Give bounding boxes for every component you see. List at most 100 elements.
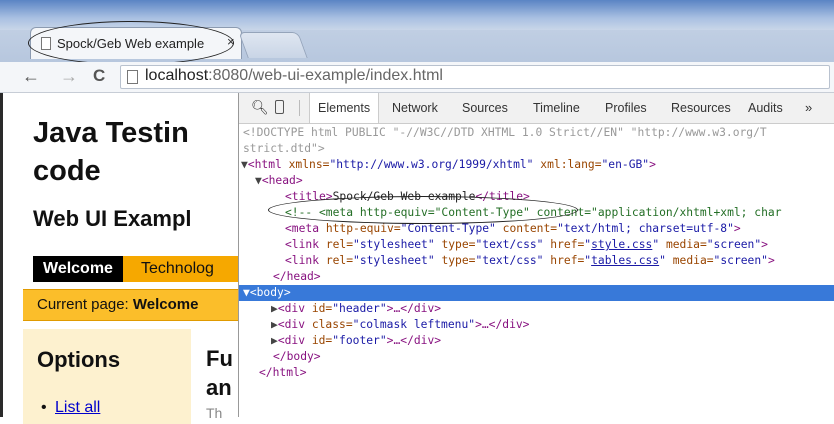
- attr-value: "en-GB": [601, 158, 650, 171]
- forward-button[interactable]: →: [60, 66, 78, 86]
- tab-network[interactable]: Network: [392, 93, 438, 123]
- attr-name: content=: [495, 222, 558, 235]
- attr-value: "screen": [706, 238, 762, 251]
- title-text-node: Spock/Geb Web example: [332, 190, 476, 203]
- attr-name: rel=: [319, 254, 354, 267]
- inspect-search-icon[interactable]: 🔍︎: [251, 99, 269, 116]
- browser-tab-active[interactable]: Spock/Geb Web example ×: [30, 27, 242, 59]
- page-title-line2: code: [33, 155, 101, 187]
- dom-node-body-close[interactable]: </body>: [273, 349, 321, 365]
- browser-tab-title: Spock/Geb Web example: [57, 36, 205, 51]
- attr-name: xmlns=: [281, 158, 330, 171]
- devtools-toolbar: 🔍︎ Elements Network Sources Timeline Pro…: [239, 93, 834, 124]
- page-title-line1: Java Testin: [33, 117, 189, 149]
- attr-name: type=: [434, 254, 476, 267]
- current-page-label: Current page:: [37, 296, 133, 313]
- tables-css-link[interactable]: tables.css: [591, 254, 659, 267]
- collapse-triangle-icon[interactable]: ▶: [271, 318, 278, 331]
- attr-value: "text/html; charset=utf-8": [557, 222, 734, 235]
- tab-sources[interactable]: Sources: [462, 93, 508, 123]
- attr-name: media=: [659, 238, 707, 251]
- tab-elements[interactable]: Elements: [309, 93, 380, 123]
- site-menu: Welcome Technolog: [33, 256, 243, 282]
- page-subtitle: Web UI Exampl: [33, 206, 192, 231]
- tag-bracket: >: [761, 238, 768, 251]
- close-tab-icon[interactable]: ×: [227, 34, 235, 49]
- dom-node-body-selected[interactable]: ▼<body>: [239, 285, 834, 301]
- dom-node-div-footer[interactable]: ▶<div id="footer">…</div>: [271, 333, 441, 349]
- dom-tree: <!DOCTYPE html PUBLIC "-//W3C//DTD XHTML…: [239, 125, 834, 413]
- dom-line-doctype: <!DOCTYPE html PUBLIC "-//W3C//DTD XHTML…: [243, 125, 767, 141]
- tab-profiles[interactable]: Profiles: [605, 93, 647, 123]
- collapse-triangle-icon[interactable]: ▶: [271, 302, 278, 315]
- navigation-bar: ← → C localhost:8080/web-ui-example/inde…: [0, 62, 834, 93]
- menu-item-technology[interactable]: Technolog: [141, 256, 214, 282]
- devtools-panel: 🔍︎ Elements Network Sources Timeline Pro…: [238, 93, 834, 417]
- reload-button[interactable]: C: [93, 66, 105, 86]
- attr-value: "screen": [713, 254, 768, 267]
- current-page-value: Welcome: [132, 296, 199, 313]
- tag-name: </head>: [273, 270, 321, 283]
- attr-value: "stylesheet": [353, 238, 435, 251]
- content-text: Th: [206, 405, 223, 421]
- expand-triangle-icon[interactable]: ▼: [241, 158, 248, 171]
- quote: ": [659, 254, 666, 267]
- attr-name: href=: [543, 254, 585, 267]
- tag-name: <link: [285, 238, 320, 251]
- attr-value: "text/css": [475, 254, 544, 267]
- attr-value: "colmask leftmenu": [352, 318, 476, 331]
- attr-value: "header": [332, 302, 387, 315]
- doctype-text: <!DOCTYPE html PUBLIC "-//W3C//DTD XHTML…: [243, 126, 767, 139]
- content-heading-part1: Fu: [206, 346, 233, 371]
- tag-name: >…</div>: [475, 318, 530, 331]
- tab-resources[interactable]: Resources: [671, 93, 731, 123]
- attr-name: xml:lang=: [533, 158, 602, 171]
- tag-name: <link: [285, 254, 320, 267]
- tag-name: </html>: [259, 366, 307, 379]
- tag-name: <body>: [249, 286, 291, 299]
- expand-triangle-icon[interactable]: ▼: [255, 174, 262, 187]
- attr-name: id=: [305, 302, 333, 315]
- dom-node-head-close[interactable]: </head>: [273, 269, 321, 285]
- doctype-text-cont: strict.dtd">: [243, 142, 325, 155]
- dom-node-div-header[interactable]: ▶<div id="header">…</div>: [271, 301, 441, 317]
- dom-line-doctype-cont: strict.dtd">: [243, 141, 325, 157]
- dom-node-html-close[interactable]: </html>: [259, 365, 307, 381]
- content-heading-part2: an: [206, 375, 232, 400]
- tag-name: </body>: [273, 350, 321, 363]
- attr-value: "stylesheet": [353, 254, 435, 267]
- menu-item-welcome[interactable]: Welcome: [33, 256, 123, 282]
- tag-name: </title>: [475, 190, 530, 203]
- style-css-link[interactable]: style.css: [591, 238, 652, 251]
- dom-node-link-style[interactable]: <link rel="stylesheet" type="text/css" h…: [285, 237, 768, 253]
- collapse-triangle-icon[interactable]: ▶: [271, 334, 278, 347]
- tag-name: >…</div>: [386, 302, 442, 315]
- expand-triangle-icon[interactable]: ▼: [243, 286, 250, 299]
- tag-name: <div: [277, 334, 306, 347]
- dom-node-html[interactable]: ▼<html xmlns="http://www.w3.org/1999/xht…: [241, 157, 656, 173]
- tag-bracket: >: [649, 158, 656, 171]
- attr-name: type=: [434, 238, 476, 251]
- new-tab-button[interactable]: [238, 32, 308, 58]
- dom-node-head[interactable]: ▼<head>: [255, 173, 303, 189]
- page-icon: [127, 70, 138, 84]
- dom-node-title[interactable]: <title>Spock/Geb Web example</title>: [285, 189, 530, 205]
- attr-name: href=: [543, 238, 585, 251]
- dom-node-comment[interactable]: <!-- <meta http-equiv="Content-Type" con…: [285, 205, 782, 221]
- back-button[interactable]: ←: [22, 66, 40, 86]
- tab-audits[interactable]: Audits: [748, 93, 783, 123]
- url-path: :8080/web-ui-example/index.html: [208, 67, 443, 84]
- dom-node-link-tables[interactable]: <link rel="stylesheet" type="text/css" h…: [285, 253, 775, 269]
- dom-node-div-colmask[interactable]: ▶<div class="colmask leftmenu">…</div>: [271, 317, 530, 333]
- more-tabs-button[interactable]: »: [805, 93, 812, 123]
- tag-name: <div: [277, 318, 306, 331]
- tab-timeline[interactable]: Timeline: [533, 93, 580, 123]
- list-all-link[interactable]: List all: [55, 399, 100, 417]
- dom-node-meta[interactable]: <meta http-equiv="Content-Type" content=…: [285, 221, 741, 237]
- attr-value: "footer": [332, 334, 387, 347]
- tag-name: >…</div>: [386, 334, 442, 347]
- address-bar[interactable]: localhost:8080/web-ui-example/index.html: [120, 65, 830, 89]
- comment-text: <!-- <meta http-equiv="Content-Type" con…: [285, 206, 782, 219]
- device-mode-icon[interactable]: [275, 100, 284, 114]
- toolbar-divider: [299, 100, 300, 116]
